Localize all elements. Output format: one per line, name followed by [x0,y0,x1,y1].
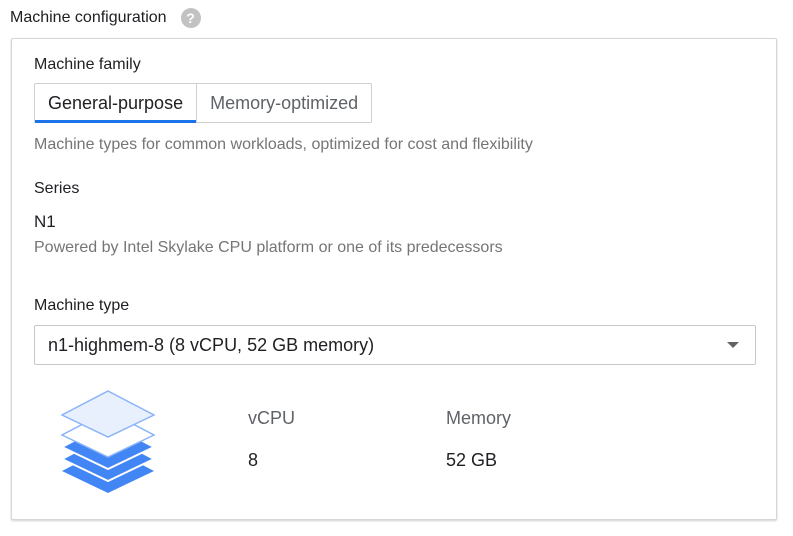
section-title: Machine configuration [10,9,167,26]
tab-memory-optimized[interactable]: Memory-optimized [197,84,371,122]
tab-general-purpose[interactable]: General-purpose [35,84,198,123]
machine-family-tabs: General-purpose Memory-optimized [34,83,373,123]
machine-type-selected-value: n1-highmem-8 (8 vCPU, 52 GB memory) [48,334,375,355]
series-label: Series [34,180,80,197]
series-value: N1 [34,212,56,231]
vcpu-label: vCPU [248,408,296,428]
memory-label: Memory [446,408,512,428]
machine-type-label: Machine type [34,297,130,314]
machine-config-card: Machine family General-purpose Memory-op… [11,38,777,520]
machine-family-description: Machine types for common workloads, opti… [34,136,533,153]
chevron-down-icon [727,342,739,348]
series-description: Powered by Intel Skylake CPU platform or… [34,239,503,256]
machine-family-label: Machine family [34,56,141,73]
vcpu-value: 8 [248,450,259,470]
machine-stack-icon [59,390,157,493]
help-icon[interactable]: ? [180,8,201,28]
section-header: Machine configuration ? [10,8,201,28]
memory-value: 52 GB [446,450,498,470]
machine-type-select[interactable]: n1-highmem-8 (8 vCPU, 52 GB memory) [34,325,756,365]
